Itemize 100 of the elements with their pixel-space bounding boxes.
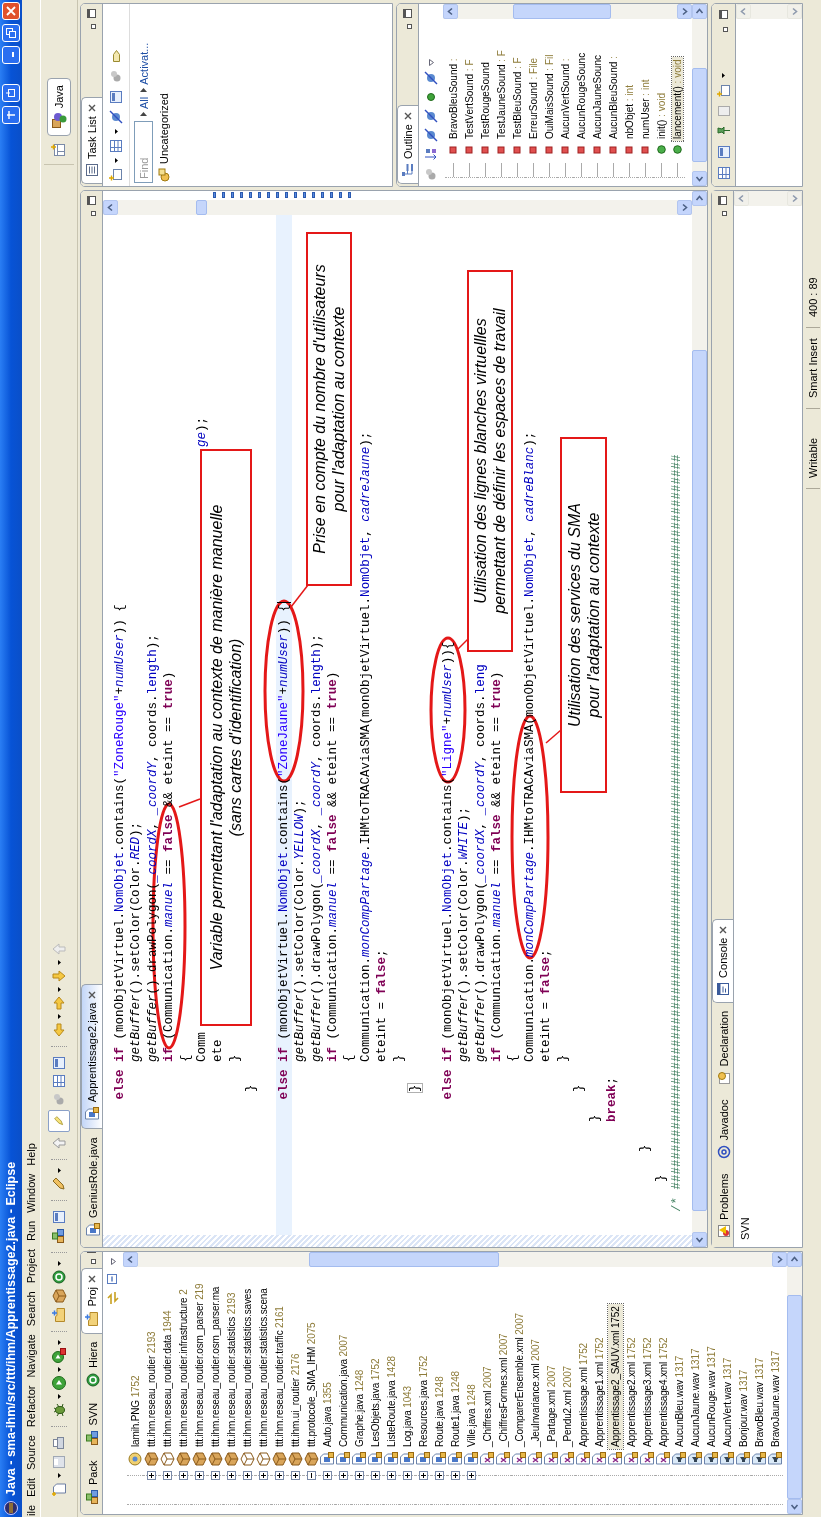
tree-item[interactable]: AucunBleu.wav 1317 <box>671 1353 687 1449</box>
expander-icon[interactable] <box>322 1471 332 1480</box>
close-icon[interactable] <box>88 104 96 113</box>
menu-item[interactable]: Search <box>25 1287 37 1331</box>
tree-item[interactable]: _ComparerEnsemble.xml 2007 <box>511 1311 527 1449</box>
horizontal-scrollbar[interactable] <box>787 1252 801 1514</box>
tree-item[interactable]: lamih.PNG 1752 <box>127 1373 143 1449</box>
tree-item[interactable]: Graphe.java 1248 <box>351 1367 367 1449</box>
panel-icon[interactable] <box>51 1209 67 1225</box>
outline-item[interactable]: TestRougeSound <box>479 60 491 141</box>
tree-item[interactable]: Resources.java 1752 <box>415 1353 431 1449</box>
tree-item[interactable]: Auto.java 1355 <box>319 1380 335 1449</box>
expander-icon[interactable] <box>386 1471 396 1480</box>
expander-icon[interactable] <box>370 1471 380 1480</box>
dropdown-arrow-icon[interactable] <box>57 1473 61 1478</box>
perspective-button[interactable]: Java <box>47 78 71 137</box>
tree-item[interactable]: ttt.ihm.reseau_routier 2193 <box>143 1329 159 1449</box>
expander-icon[interactable] <box>274 1471 284 1480</box>
dropdown-arrow-icon[interactable] <box>722 73 725 78</box>
outline-item[interactable]: ErreurSound : File <box>527 55 539 141</box>
tree-item[interactable]: Apprentissage2.xml 1752 <box>623 1335 639 1449</box>
tree-item[interactable]: ttt.ihm.reseau_routier.traffic 2161 <box>271 1304 287 1449</box>
tab[interactable]: Apprentissage2.java <box>81 983 102 1130</box>
tree-item[interactable]: Log.java 1043 <box>399 1384 415 1449</box>
maximize-icon[interactable] <box>403 9 412 18</box>
outline-item[interactable]: AucunJauneSounc <box>591 53 603 141</box>
expander-icon[interactable] <box>242 1471 252 1480</box>
tree-item[interactable]: ListeRoute.java 1428 <box>383 1354 399 1449</box>
tree-item[interactable]: _Pendu2.xml 2007 <box>559 1363 575 1449</box>
tree-item[interactable]: BravoJaune.wav 1317 <box>767 1348 783 1449</box>
expander-icon[interactable] <box>194 1471 204 1480</box>
expander-icon[interactable] <box>434 1471 444 1480</box>
menu-item[interactable]: ile <box>25 1501 37 1517</box>
restore-button[interactable] <box>2 24 20 42</box>
tree-item[interactable]: ttt.protocole_SMA_IHM 2075 <box>303 1320 319 1449</box>
run-case-icon[interactable] <box>51 1348 67 1364</box>
tree-item[interactable]: Ville.java 1248 <box>463 1382 479 1449</box>
tab[interactable]: Pack <box>83 1453 102 1512</box>
close-icon[interactable] <box>719 925 727 934</box>
tree-item[interactable]: Bonjour.wav 1317 <box>735 1367 751 1449</box>
window-button[interactable] <box>2 84 20 102</box>
tree-item[interactable]: LesObjets.java 1752 <box>367 1356 383 1449</box>
tab[interactable]: Hiera <box>83 1334 102 1395</box>
tree-item[interactable]: Apprentissage2_SAUV.xml 1752 <box>607 1304 623 1449</box>
panel-icon[interactable] <box>51 1055 67 1071</box>
new-item-icon[interactable] <box>716 84 731 98</box>
tree-item[interactable]: ttt.ihm.reseau_routier.infrastructure 2 <box>175 1287 191 1449</box>
outline-item[interactable]: AucunRougeSounc <box>575 50 587 141</box>
expander-icon[interactable] <box>226 1471 236 1480</box>
vertical-scrollbar[interactable] <box>123 1252 787 1267</box>
menu-item[interactable]: Refactor <box>25 1381 37 1432</box>
panel-icon[interactable] <box>715 144 732 160</box>
outline-item[interactable]: init() : void <box>655 90 667 141</box>
tree-item[interactable]: AucunVert.wav 1317 <box>719 1355 735 1449</box>
scroll-thumb[interactable] <box>309 1252 500 1267</box>
close-icon[interactable] <box>88 1275 96 1284</box>
filter-link[interactable]: Activat... <box>137 42 150 92</box>
outline-item[interactable]: AucunVertSound : <box>559 56 571 141</box>
menu-item[interactable]: Edit <box>25 1474 37 1501</box>
dropdown-arrow-icon[interactable] <box>57 1168 61 1173</box>
marker-icon[interactable] <box>48 1110 70 1132</box>
expander-icon[interactable] <box>306 1471 316 1480</box>
outline-item[interactable]: TestJauneSound : F <box>495 48 507 141</box>
tree-item[interactable]: Apprentissage4.xml 1752 <box>655 1335 671 1449</box>
filter-link[interactable]: All <box>137 96 150 116</box>
slashed-circle-icon[interactable] <box>424 71 438 85</box>
outline-item[interactable]: numUser : int <box>639 77 651 141</box>
vertical-scrollbar[interactable] <box>734 191 802 206</box>
table-icon[interactable] <box>716 166 731 180</box>
expander-icon[interactable] <box>258 1471 268 1480</box>
panel-icon[interactable] <box>108 89 124 105</box>
tree-item[interactable]: ttt.ihm.reseau_routier.statistics 2193 <box>223 1290 239 1449</box>
printer-icon[interactable] <box>51 1435 67 1451</box>
vertical-scrollbar[interactable] <box>736 5 802 19</box>
tab[interactable]: GeniusRole.java <box>83 1130 102 1245</box>
bug-icon[interactable] <box>51 1402 67 1418</box>
tree-item[interactable]: Apprentissage1.xml 1752 <box>591 1335 607 1449</box>
dropdown-arrow-icon[interactable] <box>57 1340 61 1345</box>
expander-icon[interactable] <box>450 1471 460 1480</box>
slashed-circle-icon[interactable] <box>424 109 438 123</box>
close-icon[interactable] <box>404 112 412 121</box>
tree-item[interactable]: _JeuInvariance.xml 2007 <box>527 1337 543 1449</box>
dropdown-arrow-icon[interactable] <box>57 1014 61 1019</box>
menu-item[interactable]: Navigate <box>25 1330 37 1382</box>
tree-item[interactable]: Route.java 1248 <box>431 1374 447 1449</box>
tree-item[interactable]: Apprentissage.xml 1752 <box>575 1341 591 1449</box>
pencil-icon[interactable] <box>51 1176 67 1192</box>
expander-icon[interactable] <box>210 1471 220 1480</box>
tree-item[interactable]: Apprentissage3.xml 1752 <box>639 1335 655 1449</box>
expander-icon[interactable] <box>466 1471 476 1480</box>
tree-item[interactable]: ttt.ihm.reseau_routier.osm_parser.ma <box>207 1284 223 1449</box>
scroll-thumb[interactable] <box>692 349 707 1212</box>
outline-item[interactable]: BravoBleuSound : <box>447 56 459 141</box>
tree-item[interactable]: AucunRouge.wav 1317 <box>703 1344 719 1449</box>
outline-item[interactable]: lancement() : void <box>671 57 683 141</box>
dropdown-arrow-icon[interactable] <box>57 1367 61 1372</box>
outline-item[interactable]: OuiMaisSound : Fil <box>543 52 555 141</box>
expander-icon[interactable] <box>402 1471 412 1480</box>
tree-item[interactable]: Route1.java 1248 <box>447 1368 463 1449</box>
view-menu-icon[interactable] <box>110 1258 116 1265</box>
